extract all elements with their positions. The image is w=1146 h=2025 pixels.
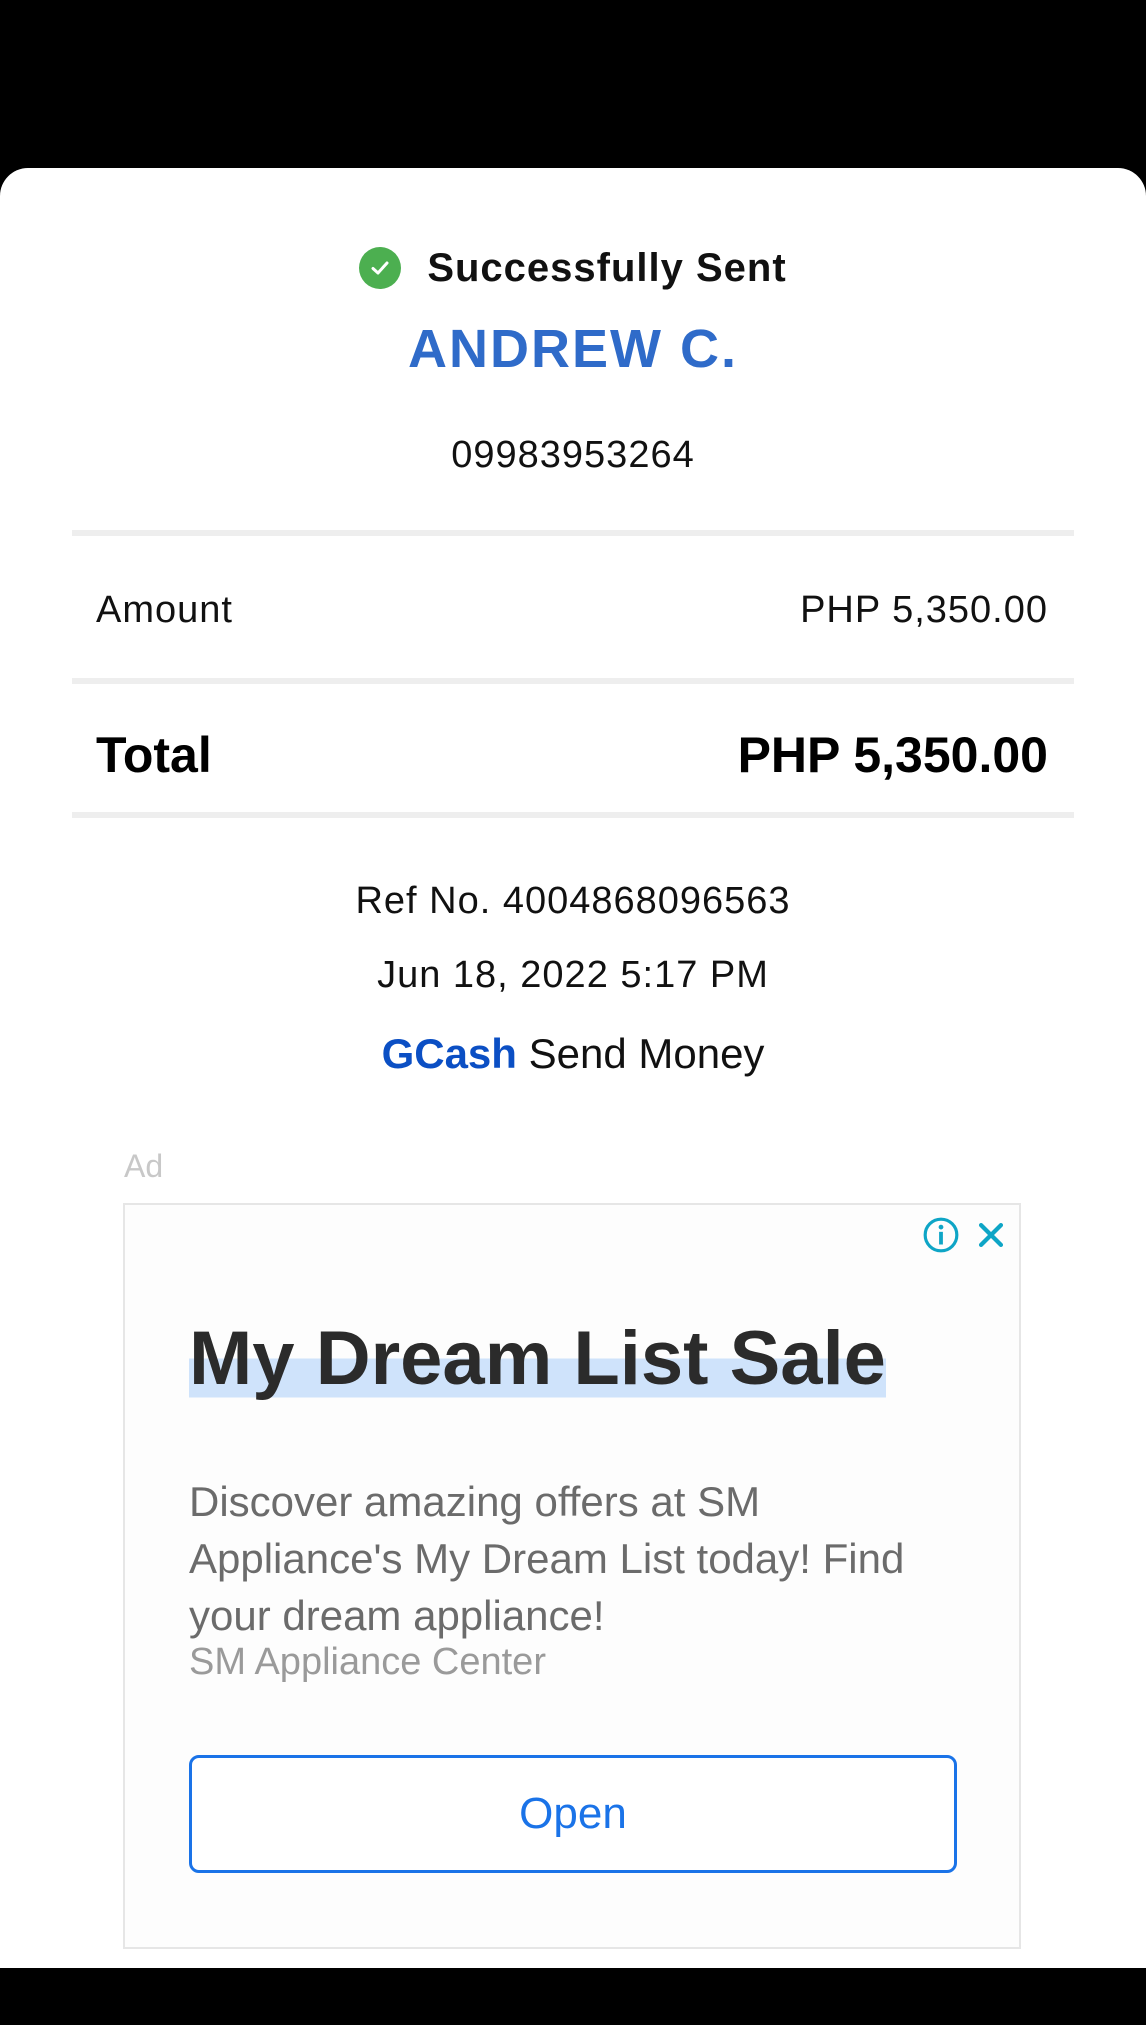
info-icon[interactable]: [919, 1213, 963, 1257]
check-circle-icon: [359, 247, 402, 289]
ad-controls: [919, 1213, 1013, 1257]
divider: [72, 812, 1074, 818]
service-line: GCash Send Money: [0, 1030, 1146, 1078]
amount-label: Amount: [96, 588, 233, 631]
divider: [72, 530, 1074, 536]
total-row: Total PHP 5,350.00: [96, 722, 1048, 788]
amount-row: Amount PHP 5,350.00: [96, 580, 1048, 640]
ad-description: Discover amazing offers at SM Appliance'…: [189, 1478, 905, 1639]
recipient-number: 09983953264: [451, 434, 695, 476]
amount-value: PHP 5,350.00: [800, 588, 1048, 631]
ad-title[interactable]: My Dream List Sale: [189, 1315, 886, 1403]
gcash-brand: GCash: [381, 1030, 517, 1077]
status-text: Successfully Sent: [427, 245, 787, 290]
total-label: Total: [96, 727, 212, 783]
ad-open-button[interactable]: Open: [189, 1755, 957, 1873]
close-icon[interactable]: [969, 1213, 1013, 1257]
service-name: Send Money: [528, 1030, 765, 1077]
status-line: Successfully Sent: [0, 240, 1146, 296]
total-value: PHP 5,350.00: [737, 727, 1048, 783]
ad-banner[interactable]: My Dream List Sale Discover amazing offe…: [123, 1203, 1021, 1949]
transaction-datetime: Jun 18, 2022 5:17 PM: [377, 954, 769, 996]
recipient-name: ANDREW C.: [408, 319, 738, 379]
ad-label: Ad: [124, 1148, 164, 1184]
ad-advertiser: SM Appliance Center: [189, 1641, 546, 1683]
reference-number: Ref No. 4004868096563: [355, 880, 791, 922]
divider: [72, 678, 1074, 684]
